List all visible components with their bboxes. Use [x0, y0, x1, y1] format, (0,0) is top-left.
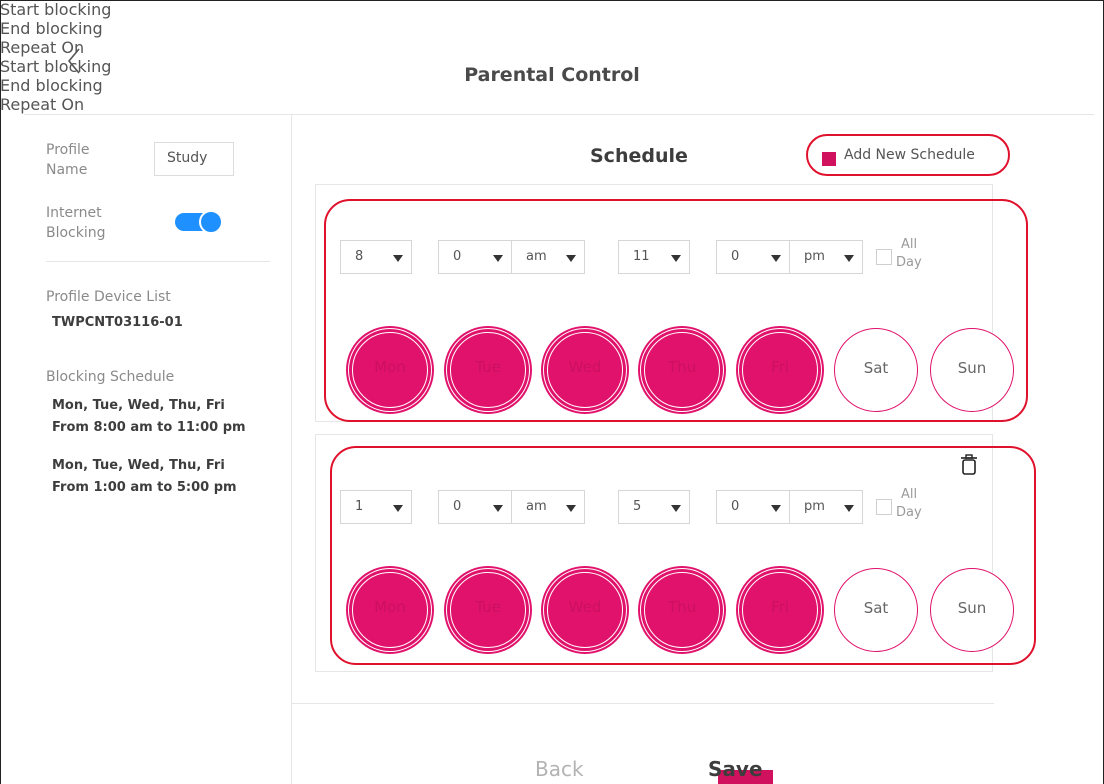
all-day-label: Day: [896, 505, 922, 520]
day-label: Mon: [374, 358, 406, 376]
profile-name-input[interactable]: Study: [154, 142, 234, 176]
end-minute-select-value: 0: [731, 249, 740, 264]
page-title: Parental Control: [464, 64, 640, 86]
blocking-schedule-label: Blocking Schedule: [46, 369, 175, 385]
internet-blocking-toggle[interactable]: [175, 210, 223, 234]
day-label: Sun: [957, 359, 987, 377]
day-label: Sat: [863, 359, 889, 377]
all-day-label: All: [901, 487, 918, 502]
day-label: Wed: [568, 358, 602, 376]
chevron-down-icon: [566, 255, 576, 262]
all-day-label: Day: [896, 255, 922, 270]
chevron-down-icon: [493, 505, 503, 512]
end-hour-select-value: 5: [633, 499, 642, 514]
day-button-thu[interactable]: Thu: [640, 568, 724, 652]
day-button-sat[interactable]: Sat: [834, 328, 918, 412]
chevron-down-icon: [393, 255, 403, 262]
end-hour-select[interactable]: 11: [618, 240, 690, 274]
schedule-summary-range: From 1:00 am to 5:00 pm: [52, 480, 237, 495]
chevron-down-icon: [566, 505, 576, 512]
day-button-wed[interactable]: Wed: [543, 568, 627, 652]
day-button-sun[interactable]: Sun: [930, 568, 1014, 652]
day-button-sun[interactable]: Sun: [930, 328, 1014, 412]
end-minute-select[interactable]: 0: [716, 240, 790, 274]
end-ampm-select[interactable]: pm: [789, 240, 863, 274]
chevron-down-icon: [671, 255, 681, 262]
schedule-summary-days: Mon, Tue, Wed, Thu, Fri: [52, 458, 225, 473]
add-new-schedule-button[interactable]: Add New Schedule: [806, 134, 1010, 176]
back-button[interactable]: Back: [535, 757, 584, 781]
all-day-checkbox[interactable]: [876, 499, 892, 515]
add-new-schedule-label: Add New Schedule: [844, 147, 975, 163]
day-label: Sun: [957, 599, 987, 617]
end-ampm-select[interactable]: pm: [789, 490, 863, 524]
footer-divider: [292, 703, 994, 704]
start-hour-select-value: 8: [355, 249, 364, 264]
all-day-label: All: [901, 237, 918, 252]
day-label: Tue: [475, 358, 501, 376]
chevron-down-icon: [771, 255, 781, 262]
day-button-tue[interactable]: Tue: [446, 568, 530, 652]
end-minute-select[interactable]: 0: [716, 490, 790, 524]
device-name: TWPCNT03116-01: [52, 315, 183, 330]
profile-name-label: Profile Name: [46, 142, 90, 178]
start-ampm-select[interactable]: am: [511, 490, 585, 524]
start-hour-select-value: 1: [355, 499, 364, 514]
chevron-down-icon: [493, 255, 503, 262]
start-minute-select[interactable]: 0: [438, 240, 512, 274]
schedule-title: Schedule: [590, 145, 688, 167]
panel-divider: [291, 114, 292, 784]
end-hour-select[interactable]: 5: [618, 490, 690, 524]
day-button-mon[interactable]: Mon: [348, 328, 432, 412]
day-button-wed[interactable]: Wed: [543, 328, 627, 412]
start-ampm-select-value: am: [526, 499, 547, 514]
add-icon: [822, 152, 836, 166]
day-label: Fri: [771, 598, 789, 616]
day-button-tue[interactable]: Tue: [446, 328, 530, 412]
start-ampm-select-value: am: [526, 249, 547, 264]
end-minute-select-value: 0: [731, 499, 740, 514]
day-button-fri[interactable]: Fri: [738, 568, 822, 652]
start-minute-select-value: 0: [453, 249, 462, 264]
start-minute-select[interactable]: 0: [438, 490, 512, 524]
start-hour-select[interactable]: 8: [340, 240, 412, 274]
schedule-summary-days: Mon, Tue, Wed, Thu, Fri: [52, 398, 225, 413]
chevron-down-icon: [844, 255, 854, 262]
day-label: Thu: [667, 598, 697, 616]
all-day-checkbox[interactable]: [876, 249, 892, 265]
chevron-down-icon: [771, 505, 781, 512]
day-label: Thu: [667, 358, 697, 376]
header-divider: [24, 114, 1094, 115]
profile-device-list-label: Profile Device List: [46, 289, 171, 305]
day-button-sat[interactable]: Sat: [834, 568, 918, 652]
toggle-knob: [199, 210, 223, 234]
day-button-thu[interactable]: Thu: [640, 328, 724, 412]
end-hour-select-value: 11: [633, 249, 650, 264]
end-ampm-select-value: pm: [804, 249, 825, 264]
start-minute-select-value: 0: [453, 499, 462, 514]
schedule-summary-range: From 8:00 am to 11:00 pm: [52, 420, 246, 435]
day-label: Tue: [475, 598, 501, 616]
start-ampm-select[interactable]: am: [511, 240, 585, 274]
day-label: Wed: [568, 598, 602, 616]
chevron-down-icon: [844, 505, 854, 512]
day-label: Mon: [374, 598, 406, 616]
chevron-down-icon: [671, 505, 681, 512]
day-label: Sat: [863, 599, 889, 617]
chevron-down-icon: [393, 505, 403, 512]
end-ampm-select-value: pm: [804, 499, 825, 514]
day-button-fri[interactable]: Fri: [738, 328, 822, 412]
trash-icon[interactable]: [960, 454, 978, 476]
start-hour-select[interactable]: 1: [340, 490, 412, 524]
day-label: Fri: [771, 358, 789, 376]
left-separator: [46, 261, 270, 262]
day-button-mon[interactable]: Mon: [348, 568, 432, 652]
save-button[interactable]: Save: [708, 757, 763, 781]
internet-blocking-label: Internet Blocking: [46, 205, 106, 241]
